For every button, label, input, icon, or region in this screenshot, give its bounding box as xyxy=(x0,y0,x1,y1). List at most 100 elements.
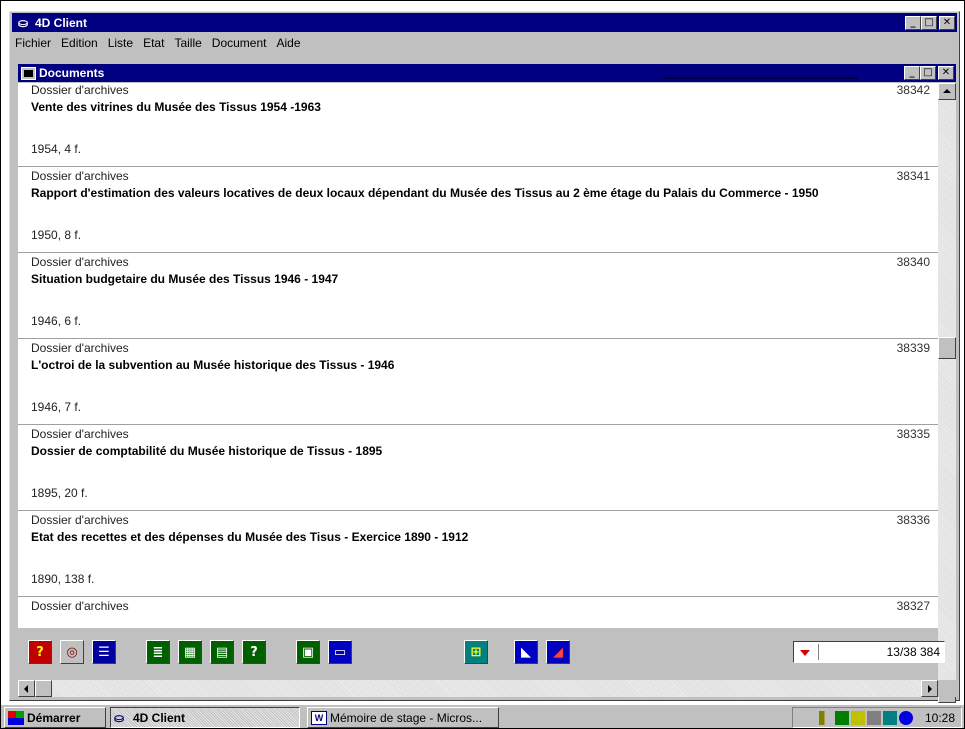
record-type: Dossier d'archives xyxy=(31,427,129,441)
doc-close-button[interactable]: ✕ xyxy=(938,66,954,80)
menu-taille[interactable]: Taille xyxy=(169,36,206,50)
record-title: Etat des recettes et des dépenses du Mus… xyxy=(31,530,469,544)
target-icon: ◎ xyxy=(66,644,78,660)
system-tray: 10:28 xyxy=(792,707,962,728)
drive-icon[interactable] xyxy=(882,710,897,725)
dropdown-triangle-icon[interactable] xyxy=(800,650,810,656)
help-icon: ? xyxy=(36,644,44,660)
menu-aide[interactable]: Aide xyxy=(272,36,306,50)
taskbar: Démarrer ⛀ 4D Client W Mémoire de stage … xyxy=(1,704,964,728)
graph-icon: ◢ xyxy=(553,644,563,660)
toolbar: 13/38 384 ? ◎ ☰ ≣ ▦ ▤? ▣ ▭ ⊞ ◣ ◢ xyxy=(18,629,945,679)
vertical-scrollbar[interactable] xyxy=(938,83,956,703)
help-button[interactable]: ? xyxy=(28,640,52,664)
record-title: Vente des vitrines du Musée des Tissus 1… xyxy=(31,100,321,114)
record-id: 38341 xyxy=(896,169,930,183)
task-label: Mémoire de stage - Micros... xyxy=(330,710,483,725)
menu-fichier[interactable]: Fichier xyxy=(12,36,56,50)
record-counter[interactable]: 13/38 384 xyxy=(793,641,945,663)
scroll-left-button[interactable] xyxy=(18,680,35,697)
task-word-document[interactable]: W Mémoire de stage - Micros... xyxy=(307,707,499,728)
list-icon: ☰ xyxy=(98,644,110,660)
record-row[interactable]: Dossier d'archives 38341 Rapport d'estimat… xyxy=(18,167,938,253)
record-meta: 1950, 8 f. xyxy=(31,228,82,242)
display-icon[interactable] xyxy=(898,710,913,725)
close-button[interactable]: ✕ xyxy=(939,15,955,30)
export-button[interactable]: ▣ xyxy=(296,640,320,664)
record-row[interactable]: Dossier d'archives 38327 xyxy=(18,597,938,628)
menu-document[interactable]: Document xyxy=(207,36,272,50)
record-id: 38340 xyxy=(896,255,930,269)
printer-icon[interactable] xyxy=(866,710,881,725)
start-button[interactable]: Démarrer xyxy=(4,707,106,728)
record-title: Dossier de comptabilité du Musée histori… xyxy=(31,444,383,458)
menu-etat[interactable]: Etat xyxy=(138,36,169,50)
query-button[interactable]: ? xyxy=(242,640,266,664)
horizontal-scrollbar[interactable] xyxy=(18,680,938,697)
save-button[interactable]: ▭ xyxy=(328,640,352,664)
record-type: Dossier d'archives xyxy=(31,513,129,527)
record-row[interactable]: Dossier d'archives 38335 Dossier de compta… xyxy=(18,425,938,511)
report-icon: ≣ xyxy=(152,644,164,660)
screen: ⛀ 4D Client _ □ ✕ Fichier Edition Liste … xyxy=(0,0,965,729)
record-title: L'octroi de la subvention au Musée histo… xyxy=(31,358,395,372)
grid-button[interactable]: ⊞ xyxy=(464,640,488,664)
record-row[interactable]: Dossier d'archives 38339 L'octroi de la su… xyxy=(18,339,938,425)
record-row[interactable]: Dossier d'archives 38342 Vente des vitrine… xyxy=(18,83,938,167)
list-button[interactable]: ☰ xyxy=(92,640,116,664)
record-meta: 1946, 6 f. xyxy=(31,314,82,328)
windows-logo-icon xyxy=(8,710,24,725)
record-meta: 1890, 138 f. xyxy=(31,572,95,586)
menu-edition[interactable]: Edition xyxy=(56,36,103,50)
record-meta: 1954, 4 f. xyxy=(31,142,82,156)
maximize-button[interactable]: □ xyxy=(921,15,937,30)
documents-window-icon xyxy=(21,66,36,80)
chart-icon: ◣ xyxy=(521,644,531,660)
target-button[interactable]: ◎ xyxy=(60,640,84,664)
record-row[interactable]: Dossier d'archives 38336 Etat des recettes… xyxy=(18,511,938,597)
record-meta: 1946, 7 f. xyxy=(31,400,82,414)
grid-icon: ⊞ xyxy=(470,644,482,660)
record-title: Rapport d'estimation des valeurs locativ… xyxy=(31,186,819,200)
menu-liste[interactable]: Liste xyxy=(103,36,138,50)
horizontal-scroll-thumb[interactable] xyxy=(35,680,52,697)
task-4d-client[interactable]: ⛀ 4D Client xyxy=(110,707,300,728)
record-id: 38336 xyxy=(896,513,930,527)
doc-maximize-button[interactable]: □ xyxy=(920,66,936,80)
menubar: Fichier Edition Liste Etat Taille Docume… xyxy=(12,33,957,53)
network-icon[interactable] xyxy=(834,710,849,725)
table-button[interactable]: ▦ xyxy=(178,640,202,664)
arrow-up-icon xyxy=(943,89,951,93)
counter-separator xyxy=(818,644,819,660)
4d-client-icon: ⛀ xyxy=(114,710,125,725)
record-id: 38342 xyxy=(896,83,930,97)
scroll-up-button[interactable] xyxy=(938,83,956,100)
query-icon: ? xyxy=(250,644,258,660)
form-icon: ▤ xyxy=(215,644,229,660)
volume-icon[interactable] xyxy=(818,710,833,725)
record-title: Situation budgetaire du Musée des Tissus… xyxy=(31,272,339,286)
titlebar-divider xyxy=(664,77,858,79)
record-row[interactable]: Dossier d'archives 38340 Situation budgeta… xyxy=(18,253,938,339)
clock: 10:28 xyxy=(924,710,955,725)
scroll-right-button[interactable] xyxy=(921,680,938,697)
app-titlebar[interactable]: ⛀ 4D Client _ □ ✕ xyxy=(12,13,957,32)
record-count: 13/38 384 xyxy=(886,645,940,659)
connection-icon[interactable] xyxy=(850,710,865,725)
record-id: 38339 xyxy=(896,341,930,355)
doc-minimize-button[interactable]: _ xyxy=(904,66,920,80)
documents-titlebar[interactable]: Documents _ □ ✕ xyxy=(18,64,956,82)
graph-button[interactable]: ◢ xyxy=(546,640,570,664)
start-label: Démarrer xyxy=(27,710,81,725)
chart-button[interactable]: ◣ xyxy=(514,640,538,664)
minimize-button[interactable]: _ xyxy=(905,15,921,30)
task-label: 4D Client xyxy=(133,710,186,725)
record-type: Dossier d'archives xyxy=(31,599,129,613)
save-icon: ▭ xyxy=(333,644,347,660)
record-type: Dossier d'archives xyxy=(31,83,129,97)
report-button[interactable]: ≣ xyxy=(146,640,170,664)
form-button[interactable]: ▤ xyxy=(210,640,234,664)
scroll-thumb[interactable] xyxy=(938,336,956,359)
size-grip[interactable] xyxy=(938,680,956,697)
record-type: Dossier d'archives xyxy=(31,341,129,355)
